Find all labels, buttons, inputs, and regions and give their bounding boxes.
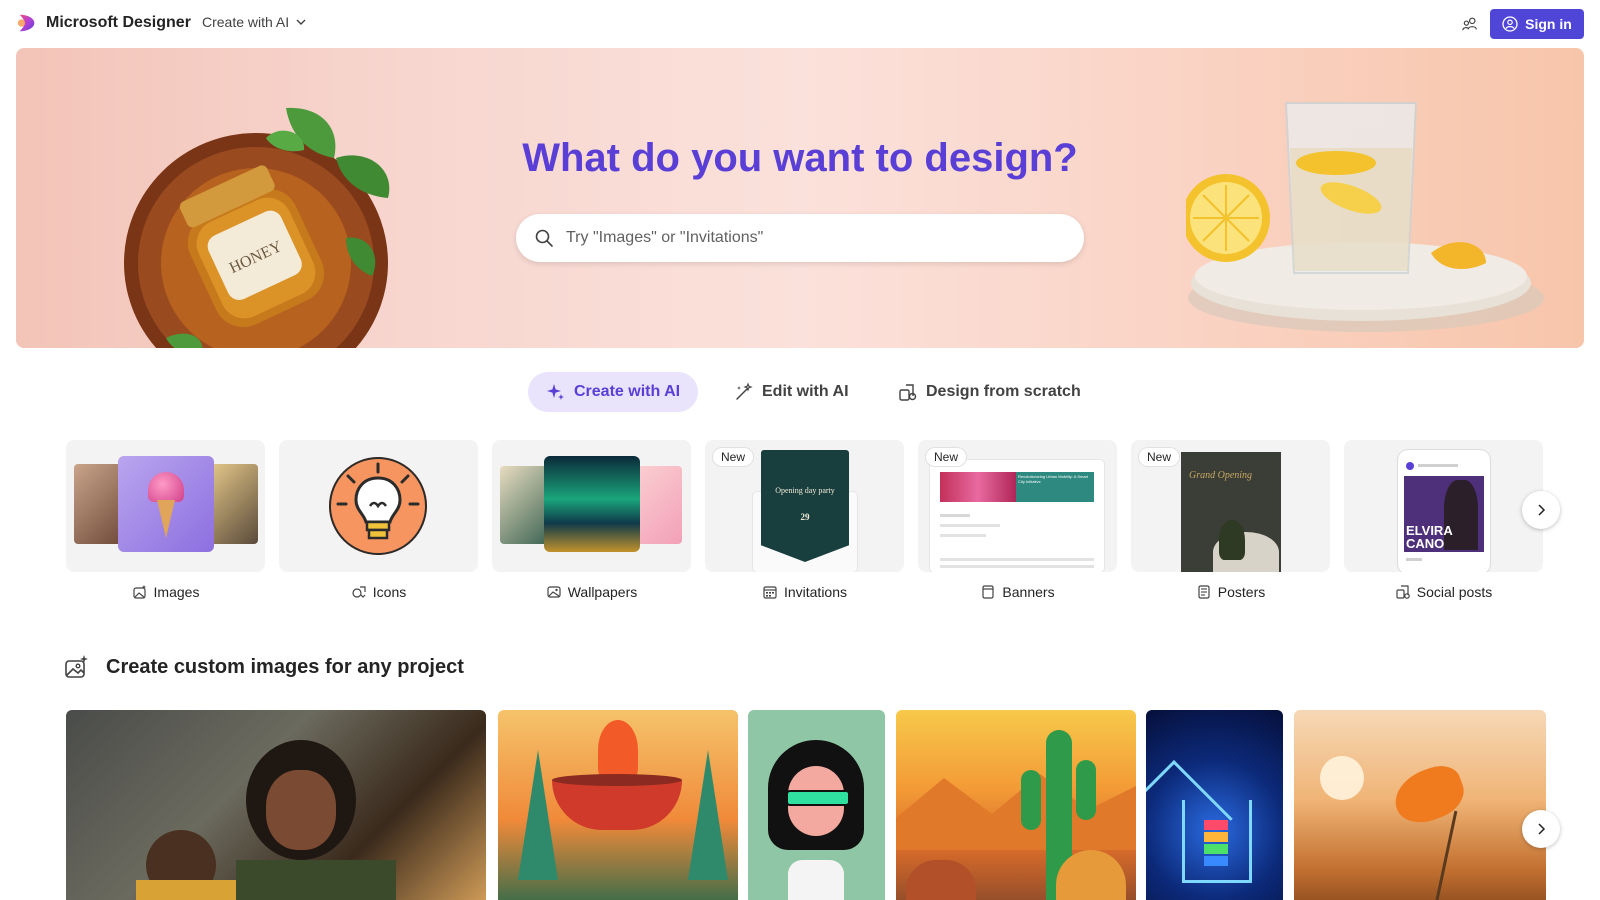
brand[interactable]: Microsoft Designer xyxy=(16,12,191,34)
mode-tabs: Create with AI Edit with AI Design from … xyxy=(0,372,1600,412)
category-label: Banners xyxy=(918,584,1117,600)
search-icon xyxy=(535,229,553,247)
new-badge: New xyxy=(926,448,967,466)
category-posters[interactable]: Grand Opening New Posters xyxy=(1131,440,1330,610)
category-social-posts[interactable]: ELVIRA CANO Social posts xyxy=(1344,440,1543,610)
chevron-right-icon xyxy=(1538,823,1546,835)
image-gallery xyxy=(66,710,1546,900)
category-thumbnail xyxy=(492,440,691,572)
category-label: Wallpapers xyxy=(492,584,691,600)
category-thumbnail: Opening day party 29 New xyxy=(705,440,904,572)
category-label: Posters xyxy=(1131,584,1330,600)
category-label-text: Banners xyxy=(1002,584,1055,600)
social-thumb-text: ELVIRA CANO xyxy=(1406,523,1453,551)
category-carousel: Images Icons Wallpapers Opening day part… xyxy=(66,440,1546,610)
banner-thumb-text: Revolutionizing Urban Mobility: A Smart … xyxy=(1018,474,1089,484)
tab-design-from-scratch[interactable]: Design from scratch xyxy=(880,372,1099,412)
social-post-icon xyxy=(1396,585,1410,599)
chevron-down-icon xyxy=(296,19,306,25)
category-thumbnail: ELVIRA CANO xyxy=(1344,440,1543,572)
category-next-button[interactable] xyxy=(1522,491,1560,529)
new-badge: New xyxy=(713,448,754,466)
gallery-image-neon-house[interactable] xyxy=(1146,710,1283,900)
category-label: Images xyxy=(66,584,265,600)
invitation-thumb-text: Opening day party xyxy=(775,486,835,495)
category-label: Invitations xyxy=(705,584,904,600)
category-label-text: Social posts xyxy=(1416,584,1493,600)
category-label-text: Icons xyxy=(372,584,407,600)
gallery-image-grill[interactable] xyxy=(498,710,738,900)
gallery-next-button[interactable] xyxy=(1522,810,1560,848)
mode-label: Edit with AI xyxy=(762,383,849,400)
gallery-image-woman-glasses[interactable] xyxy=(748,710,885,900)
sign-in-button[interactable]: Sign in xyxy=(1490,9,1584,39)
lightbulb-icon xyxy=(329,457,427,555)
sign-in-label: Sign in xyxy=(1525,16,1572,32)
hero-banner: HONEY What do you want to design? xyxy=(16,48,1584,348)
wallpaper-icon xyxy=(547,586,561,598)
category-thumbnail: Grand Opening New xyxy=(1131,440,1330,572)
image-sparkle-icon xyxy=(65,655,88,678)
category-label-text: Wallpapers xyxy=(567,584,638,600)
mode-label: Design from scratch xyxy=(926,383,1081,400)
section-header: Create custom images for any project xyxy=(64,654,464,680)
icon-shapes-icon xyxy=(352,586,366,598)
category-banners[interactable]: Revolutionizing Urban Mobility: A Smart … xyxy=(918,440,1117,610)
gallery-image-poppy[interactable] xyxy=(1294,710,1546,900)
image-sparkle-icon xyxy=(132,585,146,599)
category-thumbnail xyxy=(66,440,265,572)
category-label: Icons xyxy=(279,584,478,600)
mode-label: Create with AI xyxy=(574,383,681,400)
calendar-icon xyxy=(763,586,777,599)
people-button[interactable] xyxy=(1458,13,1482,35)
tab-create-with-ai[interactable]: Create with AI xyxy=(528,372,699,412)
gallery-image-cactus[interactable] xyxy=(896,710,1136,900)
magic-wand-icon xyxy=(736,382,753,400)
app-name: Microsoft Designer xyxy=(46,14,191,31)
category-thumbnail: Revolutionizing Urban Mobility: A Smart … xyxy=(918,440,1117,572)
user-circle-icon xyxy=(1502,16,1518,32)
category-wallpapers[interactable]: Wallpapers xyxy=(492,440,691,610)
category-label-text: Posters xyxy=(1217,584,1266,600)
category-invitations[interactable]: Opening day party 29 New Invitations xyxy=(705,440,904,610)
honey-jar-image: HONEY xyxy=(124,107,390,348)
category-label: Social posts xyxy=(1344,584,1543,600)
create-with-ai-menu[interactable]: Create with AI xyxy=(202,14,307,30)
tab-edit-with-ai[interactable]: Edit with AI xyxy=(716,372,867,412)
category-images[interactable]: Images xyxy=(66,440,265,610)
category-icons[interactable]: Icons xyxy=(279,440,478,610)
lemon-water-image xyxy=(1186,102,1544,332)
chevron-right-icon xyxy=(1538,504,1546,516)
top-bar: Microsoft Designer Create with AI Sign i… xyxy=(0,0,1600,48)
designer-logo-icon xyxy=(17,14,35,32)
banner-icon xyxy=(982,585,995,599)
sparkle-icon xyxy=(547,384,564,400)
poster-icon xyxy=(1198,585,1210,599)
invitation-thumb-date: 29 xyxy=(800,512,810,522)
category-label-text: Images xyxy=(153,584,200,600)
gallery-image-mother-child[interactable] xyxy=(66,710,486,900)
shapes-icon xyxy=(899,384,917,401)
menu-label: Create with AI xyxy=(202,14,290,30)
category-label-text: Invitations xyxy=(783,584,848,600)
people-icon xyxy=(1462,17,1477,31)
search-box[interactable] xyxy=(516,214,1084,262)
category-thumbnail xyxy=(279,440,478,572)
search-input[interactable] xyxy=(564,228,1048,248)
poster-thumb-text: Grand Opening xyxy=(1189,470,1253,481)
new-badge: New xyxy=(1139,448,1180,466)
section-title: Create custom images for any project xyxy=(106,655,464,678)
